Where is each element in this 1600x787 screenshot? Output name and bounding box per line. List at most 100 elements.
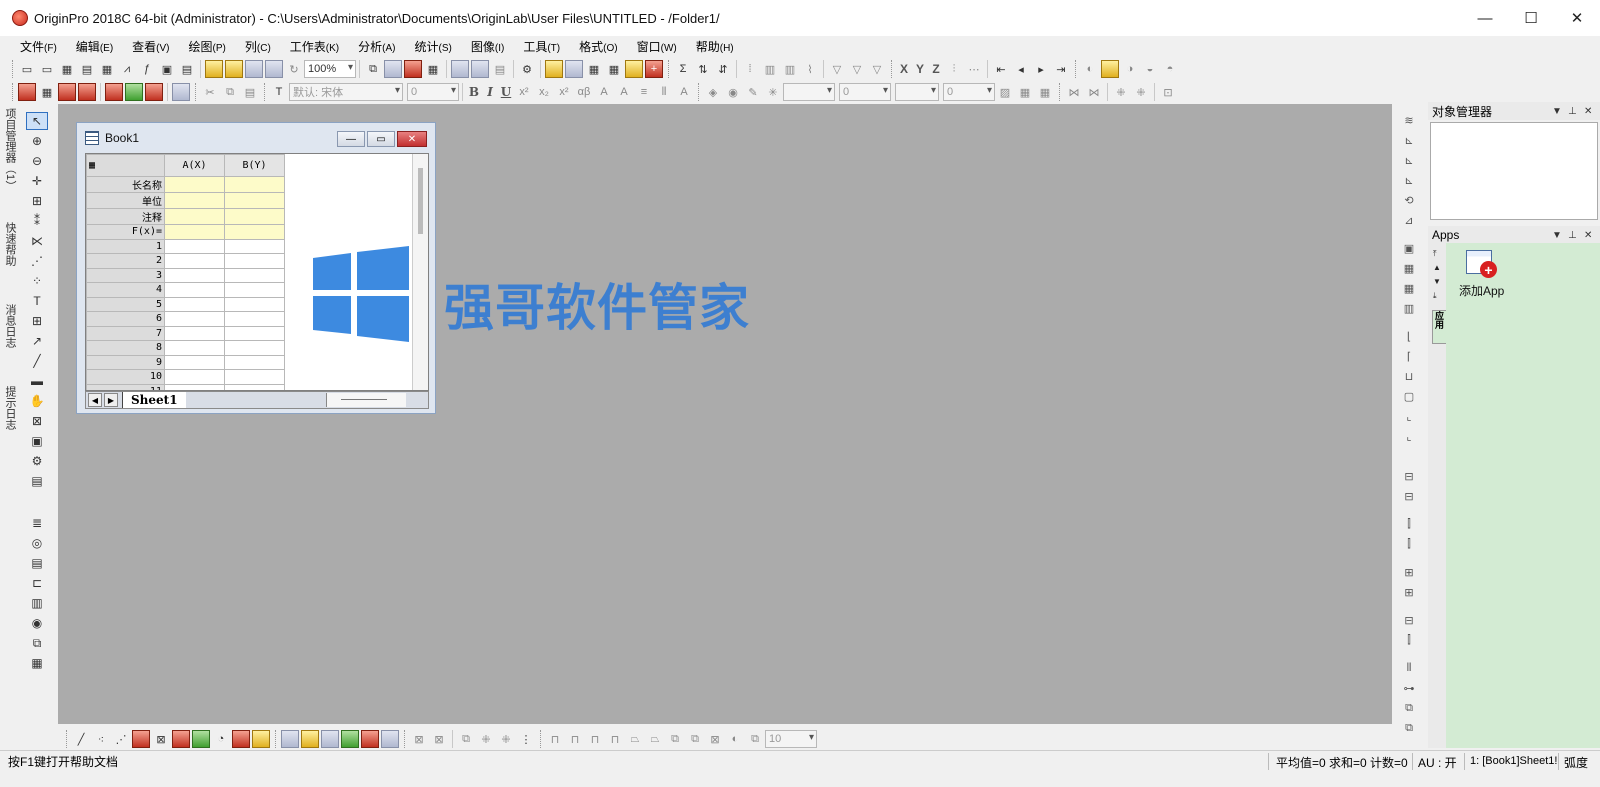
- column-align-icon[interactable]: ⫴: [655, 83, 673, 101]
- script-icon[interactable]: ▥: [26, 594, 48, 612]
- table-cell[interactable]: [224, 208, 285, 225]
- table-cell[interactable]: [164, 224, 225, 240]
- template-plot-icon[interactable]: [361, 730, 379, 748]
- pattern-select[interactable]: [895, 83, 939, 101]
- row-header[interactable]: F(x)=: [86, 224, 165, 240]
- open-icon[interactable]: [205, 60, 223, 78]
- menu-column[interactable]: 列(C): [233, 36, 278, 58]
- status-angle-unit[interactable]: 弧度: [1564, 754, 1588, 771]
- greek-icon[interactable]: αβ: [575, 83, 593, 101]
- panel-menu-icon[interactable]: ▼: [1552, 106, 1562, 117]
- table-cell[interactable]: [224, 282, 285, 298]
- mask-unmask-icon[interactable]: ◓: [1161, 60, 1179, 78]
- data-reader-icon[interactable]: ✛: [26, 172, 48, 190]
- matrix-random-icon[interactable]: [125, 83, 143, 101]
- font-color-icon[interactable]: A: [675, 83, 693, 101]
- column-header-b[interactable]: B(Y): [224, 154, 285, 177]
- 3d-rotate-icon[interactable]: ⊓: [546, 730, 564, 748]
- row-header[interactable]: 1: [86, 238, 165, 254]
- axis-both-icon[interactable]: ⊾: [1400, 172, 1418, 188]
- menu-file[interactable]: 文件(F): [8, 36, 64, 58]
- workbook-minimize-button[interactable]: —: [337, 131, 365, 147]
- menu-window[interactable]: 窗口(W): [625, 36, 684, 58]
- 3d-fit-icon[interactable]: ⧉: [686, 730, 704, 748]
- zoom-out-icon[interactable]: ⊖: [26, 152, 48, 170]
- merge-cells-icon[interactable]: ⋈: [1065, 83, 1083, 101]
- scroll-bottom-icon[interactable]: ⤓: [1433, 291, 1437, 301]
- set-as-label-icon[interactable]: ⋯: [965, 60, 983, 78]
- new-function-icon[interactable]: ƒ: [138, 60, 156, 78]
- table-cell[interactable]: [224, 224, 285, 240]
- data-reader-icon[interactable]: [565, 60, 583, 78]
- distribute-v-icon[interactable]: ⊞: [1400, 564, 1418, 580]
- set-as-y-icon[interactable]: Y: [912, 62, 928, 76]
- ternary-plot-icon[interactable]: [341, 730, 359, 748]
- center-icon[interactable]: ⦀: [1400, 660, 1418, 676]
- sheet-prev-button[interactable]: ◀: [88, 393, 102, 407]
- row-header[interactable]: 长名称: [86, 176, 165, 193]
- recalculate-icon[interactable]: [384, 60, 402, 78]
- table-cell[interactable]: [164, 267, 225, 283]
- matrix-fill-icon[interactable]: [145, 83, 163, 101]
- scroll-down-icon[interactable]: ▼: [1433, 277, 1441, 286]
- region-of-interest-icon[interactable]: ⋰: [26, 252, 48, 270]
- mask-icon[interactable]: ◐: [1081, 60, 1099, 78]
- insert-object-icon[interactable]: ▤: [26, 472, 48, 490]
- code-builder-icon[interactable]: ⚙: [518, 60, 536, 78]
- row-header[interactable]: 3: [86, 267, 165, 283]
- scroll-up-icon[interactable]: ▲: [1433, 263, 1441, 272]
- minimize-button[interactable]: —: [1462, 0, 1508, 36]
- clear-filter-icon[interactable]: ▽: [848, 60, 866, 78]
- menu-analysis[interactable]: 分析(A): [346, 36, 402, 58]
- draw-data-icon[interactable]: ⁘: [26, 272, 48, 290]
- mask-swap-icon[interactable]: ◑: [1121, 60, 1139, 78]
- matrix-new-icon[interactable]: [105, 83, 123, 101]
- layer-add-icon[interactable]: ▣: [1400, 240, 1418, 256]
- row-header[interactable]: 6: [86, 311, 165, 327]
- font-select[interactable]: 默认: 宋体: [289, 83, 403, 101]
- frequency-count-icon[interactable]: ▥: [761, 60, 779, 78]
- sort-desc-icon[interactable]: ⇵: [714, 60, 732, 78]
- new-folder-icon[interactable]: ▭: [38, 60, 56, 78]
- open-template-icon[interactable]: [225, 60, 243, 78]
- new-matrix-icon[interactable]: ▦: [98, 60, 116, 78]
- merge-graph-icon[interactable]: ⧉: [457, 730, 475, 748]
- results-log-icon[interactable]: [471, 60, 489, 78]
- toolbar-grip[interactable]: [195, 83, 198, 101]
- menu-worksheet[interactable]: 工作表(K): [278, 36, 346, 58]
- bold-button[interactable]: B: [466, 85, 482, 99]
- maximize-button[interactable]: ☐: [1508, 0, 1554, 36]
- frame-top-icon[interactable]: ⌈: [1400, 348, 1418, 364]
- normalize-icon[interactable]: ⁞: [741, 60, 759, 78]
- tab-project-explorer[interactable]: 项目管理器（1）: [2, 108, 18, 191]
- mask-hide-icon[interactable]: ◒: [1141, 60, 1159, 78]
- text-tool-icon[interactable]: T: [270, 83, 288, 101]
- axis-left-icon[interactable]: ⊾: [1400, 132, 1418, 148]
- frame-corner-icon[interactable]: ⌞: [1400, 408, 1418, 424]
- add-app-plus-icon[interactable]: +: [1480, 261, 1497, 278]
- worksheet-script-icon[interactable]: [58, 83, 76, 101]
- high-low-plot-icon[interactable]: [232, 730, 250, 748]
- record-icon[interactable]: ◉: [26, 614, 48, 632]
- refresh-icon[interactable]: ↻: [285, 60, 303, 78]
- row-header[interactable]: 5: [86, 296, 165, 312]
- save-project-icon[interactable]: [245, 60, 263, 78]
- duplicate-icon[interactable]: ⧉: [364, 60, 382, 78]
- 3d-roll-icon[interactable]: ⊓: [606, 730, 624, 748]
- pattern-fill-icon[interactable]: ▨: [996, 83, 1014, 101]
- workbook-close-button[interactable]: ✕: [397, 131, 427, 147]
- move-first-icon[interactable]: ⇤: [992, 60, 1010, 78]
- border-icon[interactable]: ▦: [1016, 83, 1034, 101]
- set-as-error-icon[interactable]: ⫶: [945, 60, 963, 78]
- table-cell[interactable]: [164, 325, 225, 341]
- align-bottom-icon[interactable]: ⊟: [1400, 488, 1418, 504]
- table-cell[interactable]: [224, 369, 285, 385]
- filter-options-icon[interactable]: ▽: [868, 60, 886, 78]
- select-all-corner[interactable]: ▦: [86, 154, 165, 177]
- table-cell[interactable]: [224, 176, 285, 193]
- mask-range-icon[interactable]: [1101, 60, 1119, 78]
- data-selector-icon[interactable]: ⋉: [26, 232, 48, 250]
- region-tool-icon[interactable]: ⊠: [26, 412, 48, 430]
- statistics-on-columns-icon[interactable]: Σ: [674, 60, 692, 78]
- surface-plot-icon[interactable]: [301, 730, 319, 748]
